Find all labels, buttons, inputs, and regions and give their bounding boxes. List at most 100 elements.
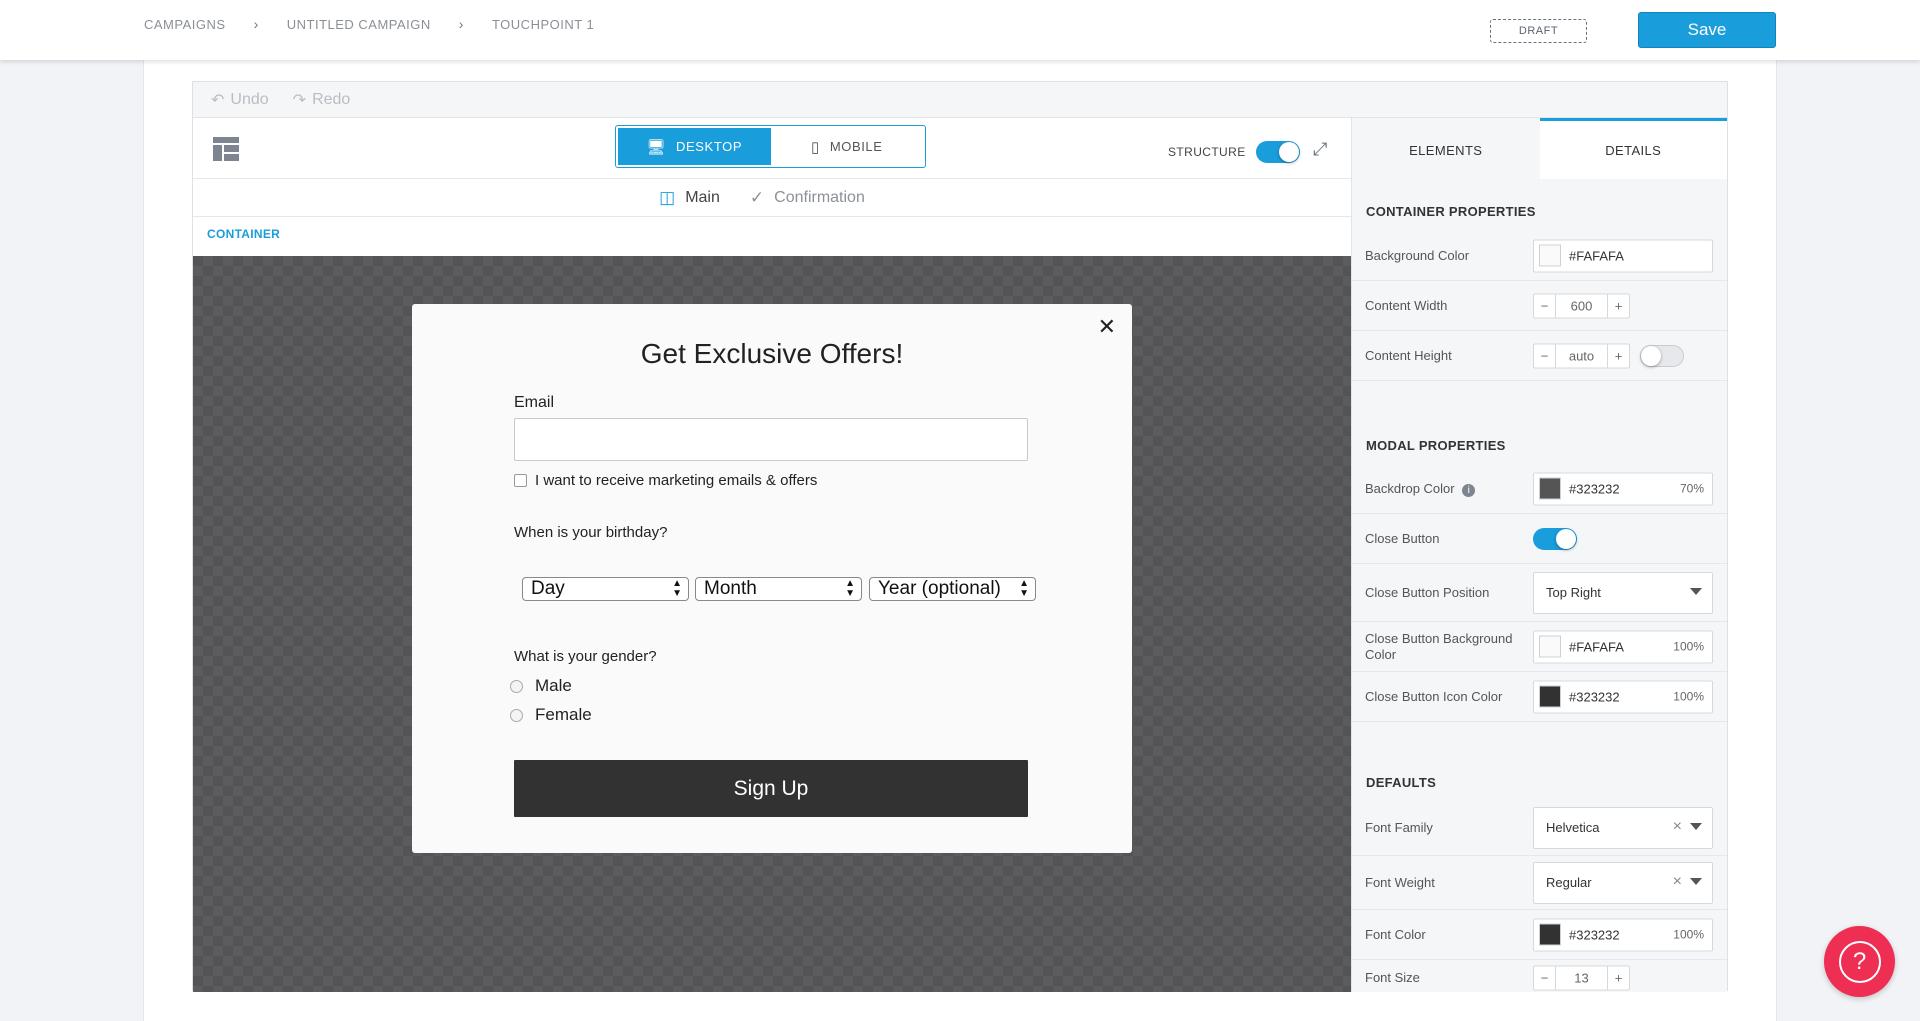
color-swatch[interactable] [1539,923,1561,946]
tab-elements[interactable]: ELEMENTS [1352,118,1540,179]
caret-down-icon [1690,587,1702,595]
close-position-select[interactable]: Top Right [1533,571,1713,614]
redo-label: Redo [312,90,351,108]
select-arrows-icon: ▲ ▼ [672,578,682,599]
plus-icon[interactable]: + [1608,344,1629,367]
font-color-label: Font Color [1365,926,1426,942]
content-height-value[interactable]: auto [1555,344,1608,367]
close-icon-color-field[interactable]: #323232 100% [1533,680,1713,713]
year-select[interactable]: Year (optional) ▲ ▼ [869,577,1036,601]
select-arrows-icon: ▲ ▼ [1019,578,1029,599]
preview-canvas[interactable]: ✕ Get Exclusive Offers! Email I want to … [193,256,1351,992]
clear-icon[interactable]: × [1673,818,1682,836]
signup-button[interactable]: Sign Up [514,760,1028,817]
toolbar: 🖥 DESKTOP ▯ MOBILE STRUCTURE ⤢ [193,118,1351,179]
undo-button[interactable]: ↶ Undo [211,90,269,110]
plus-icon[interactable]: + [1608,294,1629,317]
consent-label: I want to receive marketing emails & off… [535,472,818,489]
modal-properties-heading: MODAL PROPERTIES [1366,438,1506,453]
month-select[interactable]: Month ▲ ▼ [695,577,862,601]
color-swatch[interactable] [1539,244,1561,267]
checkbox-icon[interactable] [514,474,527,487]
day-select[interactable]: Day ▲ ▼ [522,577,689,601]
content-width-value[interactable]: 600 [1555,294,1608,317]
undo-icon: ↶ [211,91,225,109]
mobile-label: MOBILE [829,139,883,154]
breadcrumb-campaign[interactable]: UNTITLED CAMPAIGN [287,17,431,32]
content-width-row: Content Width − 600 + [1352,281,1727,331]
mobile-view-button[interactable]: ▯ MOBILE [771,128,924,165]
font-weight-select[interactable]: Regular × [1533,861,1713,904]
font-color-value: #323232 [1569,927,1620,942]
structure-toggle[interactable] [1255,141,1300,163]
radio-icon[interactable] [510,708,523,722]
close-bg-opacity: 100% [1673,639,1704,654]
font-size-value[interactable]: 13 [1555,966,1608,990]
desktop-label: DESKTOP [676,139,743,154]
font-size-label: Font Size [1365,970,1420,985]
undo-bar: ↶ Undo ↷ Redo [193,82,1727,118]
tab-confirmation[interactable]: ✓ Confirmation [750,188,865,208]
font-family-label: Font Family [1365,819,1433,835]
redo-button[interactable]: ↷ Redo [293,90,351,110]
save-button[interactable]: Save [1638,12,1776,48]
font-family-select[interactable]: Helvetica × [1533,806,1713,849]
backdrop-color-label-text: Backdrop Color [1365,480,1455,496]
view-toggle: 🖥 DESKTOP ▯ MOBILE [615,125,926,168]
select-arrows-icon: ▲ ▼ [845,578,855,599]
defaults-heading: DEFAULTS [1366,775,1437,790]
font-size-stepper[interactable]: − 13 + [1533,965,1630,991]
close-icon[interactable]: ✕ [1098,314,1116,340]
info-icon[interactable]: i [1462,483,1476,497]
month-select-value: Month [704,578,757,599]
close-bg-label: Close Button Background Color [1365,630,1513,662]
help-button[interactable]: ? [1824,926,1895,997]
font-weight-row: Font Weight Regular × [1352,856,1727,910]
tab-main[interactable]: ◫ Main [659,188,720,208]
breadcrumb-touchpoint[interactable]: TOUCHPOINT 1 [492,17,594,32]
font-family-value: Helvetica [1546,820,1600,835]
container-label[interactable]: CONTAINER [207,227,280,241]
structure-control: STRUCTURE [1168,141,1300,163]
radio-icon[interactable] [510,679,523,693]
font-color-row: Font Color #323232 100% [1352,910,1727,960]
consent-checkbox[interactable]: I want to receive marketing emails & off… [514,472,817,489]
desktop-view-button[interactable]: 🖥 DESKTOP [618,128,771,165]
gender-label: What is your gender? [514,648,657,665]
clear-icon[interactable]: × [1673,873,1682,891]
close-button-toggle[interactable] [1533,528,1577,550]
breadcrumb-campaigns[interactable]: CAMPAIGNS [144,17,226,32]
color-swatch[interactable] [1539,685,1561,708]
auto-height-toggle[interactable] [1640,345,1684,367]
font-color-field[interactable]: #323232 100% [1533,918,1713,951]
container-properties-heading: CONTAINER PROPERTIES [1366,204,1536,219]
email-field[interactable] [514,418,1028,461]
minus-icon[interactable]: − [1534,344,1555,367]
content-height-stepper[interactable]: − auto + [1533,343,1630,368]
email-label: Email [514,394,555,411]
layout-grid-icon[interactable] [213,137,239,161]
minus-icon[interactable]: − [1534,294,1555,317]
close-bg-color-field[interactable]: #FAFAFA 100% [1533,630,1713,663]
backdrop-color-field[interactable]: #323232 70% [1533,472,1713,505]
close-button-label: Close Button [1365,530,1440,546]
background-color-field[interactable]: #FAFAFA [1533,239,1713,272]
plus-icon[interactable]: + [1608,967,1629,990]
gender-radio-male[interactable]: Male [510,676,572,696]
tab-details[interactable]: DETAILS [1539,118,1727,179]
minus-icon[interactable]: − [1534,967,1555,990]
modal-title[interactable]: Get Exclusive Offers! [412,338,1132,370]
color-swatch[interactable] [1539,635,1561,658]
caret-down-icon [1690,822,1702,830]
expand-icon[interactable]: ⤢ [1313,139,1327,160]
backdrop-color-row: Backdrop Color i #323232 70% [1352,464,1727,514]
signup-modal[interactable]: ✕ Get Exclusive Offers! Email I want to … [412,304,1132,853]
content-width-stepper[interactable]: − 600 + [1533,293,1630,318]
content-width-label: Content Width [1365,297,1448,313]
close-bg-row: Close Button Background Color #FAFAFA 10… [1352,622,1727,672]
color-swatch[interactable] [1539,477,1561,500]
gender-radio-female[interactable]: Female [510,705,592,725]
backdrop-opacity: 70% [1679,481,1704,496]
redo-icon: ↷ [292,91,307,109]
tab-confirmation-label: Confirmation [774,188,865,206]
